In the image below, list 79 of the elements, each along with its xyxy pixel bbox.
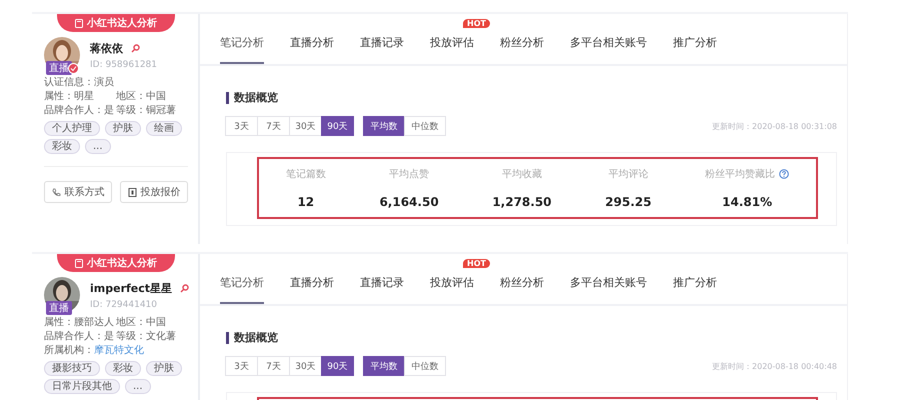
search-icon[interactable] — [131, 44, 140, 53]
tab[interactable]: 直播分析 — [290, 35, 334, 64]
mode-button[interactable]: 中位数 — [404, 356, 446, 376]
profile-id: ID: 729441410 — [90, 300, 158, 310]
info-text: 所属机构：摩瓦特文化 — [44, 344, 145, 357]
mode-button[interactable]: 平均数 — [363, 356, 405, 376]
mode-button[interactable]: 中位数 — [404, 116, 446, 136]
tag[interactable]: 摄影技巧 — [44, 361, 100, 376]
tag[interactable]: 日常片段其他 — [44, 379, 120, 394]
tab[interactable]: 笔记分析 — [220, 35, 264, 64]
tab[interactable]: 多平台相关账号 — [570, 275, 647, 304]
info-text: 地区：中国 — [116, 90, 167, 103]
profile-name: imperfect星星 — [90, 281, 172, 296]
info-text: 地区：中国 — [116, 316, 167, 329]
stat-label: 平均点赞 — [389, 168, 430, 181]
update-time: 更新时间：2020-08-18 00:40:48 — [712, 360, 837, 372]
stat-value: 1,278.50 — [492, 195, 552, 209]
document-icon — [128, 188, 136, 196]
tag[interactable]: ... — [125, 379, 151, 394]
info-text: 等级：铜冠薯 — [116, 104, 177, 117]
stat-label: 平均收藏 — [502, 168, 542, 181]
tag[interactable]: 护肤 — [105, 121, 141, 136]
tab[interactable]: 多平台相关账号 — [570, 35, 647, 64]
profile-name: 蒋依依 — [90, 41, 123, 56]
stat-value: 14.81% — [722, 195, 772, 209]
tag[interactable]: 个人护理 — [44, 121, 100, 136]
tab[interactable]: 笔记分析 — [220, 275, 264, 304]
tab[interactable]: 推广分析 — [673, 35, 717, 64]
phone-icon — [52, 188, 60, 196]
stat-value: 6,164.50 — [379, 195, 439, 209]
tab[interactable]: 直播分析 — [290, 275, 334, 304]
tab[interactable]: 直播记录 — [360, 35, 404, 64]
stat-label: 平均评论 — [608, 168, 648, 181]
tag[interactable]: 彩妆 — [44, 139, 80, 154]
range-button[interactable]: 30天 — [289, 356, 322, 376]
hot-badge: HOT — [463, 19, 490, 28]
document-icon — [75, 258, 83, 268]
help-icon[interactable] — [779, 169, 790, 179]
stat-label: 粉丝平均赞藏比 — [705, 167, 790, 181]
range-button[interactable]: 3天 — [225, 116, 258, 136]
update-time: 更新时间：2020-08-18 00:31:08 — [712, 120, 837, 132]
stat-label: 笔记篇数 — [286, 168, 326, 181]
profile-id: ID: 958961281 — [90, 60, 158, 70]
tag[interactable]: 彩妆 — [105, 361, 141, 376]
tab[interactable]: 直播记录 — [360, 275, 404, 304]
tab[interactable]: 投放评估 — [430, 35, 474, 64]
mode-button[interactable]: 平均数 — [363, 116, 405, 136]
search-icon[interactable] — [180, 284, 190, 293]
stat-value: 295.25 — [605, 195, 652, 209]
section-title: 数据概览 — [226, 92, 847, 104]
info-text: 品牌合作人：是 — [44, 330, 115, 343]
range-button[interactable]: 3天 — [225, 356, 258, 376]
live-label: 直播 — [46, 61, 72, 75]
hot-badge: HOT — [463, 259, 490, 268]
contact-button[interactable]: 联系方式 — [44, 181, 112, 203]
info-text: 属性：腰部达人 — [44, 316, 115, 329]
tag[interactable]: 护肤 — [146, 361, 182, 376]
category-badge: 小红书达人分析 — [57, 254, 175, 272]
tab[interactable]: 推广分析 — [673, 275, 717, 304]
category-badge: 小红书达人分析 — [57, 14, 175, 32]
tab[interactable]: 粉丝分析 — [500, 275, 544, 304]
range-button[interactable]: 30天 — [289, 116, 322, 136]
tag[interactable]: ... — [85, 139, 111, 154]
tab[interactable]: 投放评估 — [430, 275, 474, 304]
info-text: 品牌合作人：是 — [44, 104, 115, 117]
range-button[interactable]: 90天 — [321, 356, 354, 376]
info-text: 认证信息：演员 — [44, 76, 115, 89]
stat-value: 12 — [297, 195, 314, 209]
quote-button[interactable]: 投放报价 — [120, 181, 188, 203]
info-text: 等级：文化薯 — [116, 330, 177, 343]
info-text: 属性：明星 — [44, 90, 95, 103]
tag[interactable]: 绘画 — [146, 121, 182, 136]
range-button[interactable]: 90天 — [321, 116, 354, 136]
section-title: 数据概览 — [226, 332, 847, 344]
document-icon — [75, 18, 83, 28]
live-label: 直播 — [46, 301, 72, 315]
tab[interactable]: 粉丝分析 — [500, 35, 544, 64]
range-button[interactable]: 7天 — [257, 116, 290, 136]
range-button[interactable]: 7天 — [257, 356, 290, 376]
